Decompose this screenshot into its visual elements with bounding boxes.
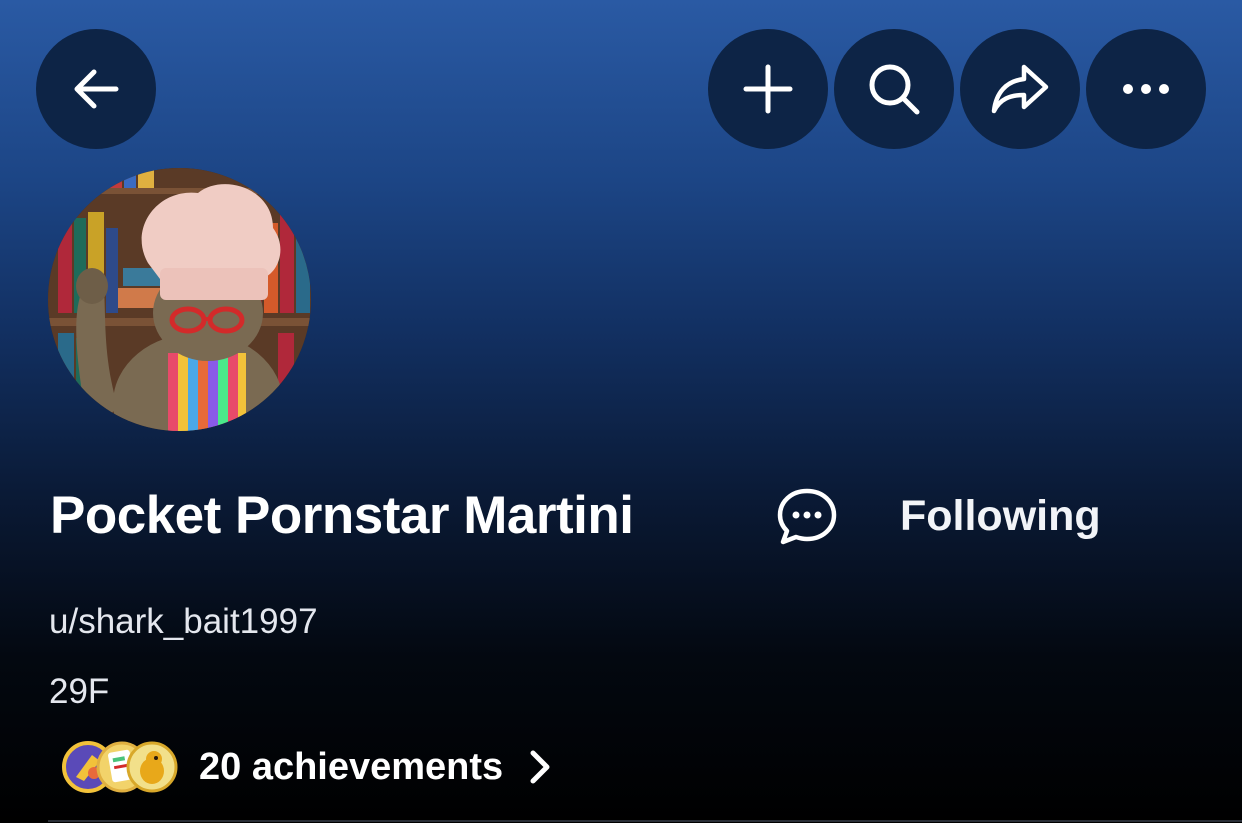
back-button[interactable]	[36, 29, 156, 149]
bio-text: 29F	[49, 672, 110, 711]
share-button[interactable]	[960, 29, 1080, 149]
profile-avatar[interactable]	[48, 168, 311, 431]
username: u/shark_bait1997	[49, 602, 318, 641]
avatar-image	[48, 168, 311, 431]
share-arrow-icon	[991, 64, 1049, 114]
achievements-label: 20 achievements	[199, 746, 504, 788]
display-name: Pocket Pornstar Martini	[50, 486, 634, 545]
divider	[48, 820, 1242, 822]
achievement-badge-icon	[126, 741, 178, 793]
search-button[interactable]	[834, 29, 954, 149]
add-button[interactable]	[708, 29, 828, 149]
achievements-link[interactable]: 20 achievements	[60, 734, 551, 800]
arrow-left-icon	[74, 69, 119, 109]
more-options-button[interactable]	[1086, 29, 1206, 149]
chat-bubble-icon	[777, 488, 837, 545]
chevron-right-icon	[529, 749, 551, 785]
chat-button[interactable]	[772, 485, 842, 547]
plus-icon	[743, 64, 793, 114]
following-button[interactable]: Following	[900, 488, 1101, 544]
achievement-badges	[60, 734, 180, 800]
more-horizontal-icon	[1123, 84, 1169, 94]
search-icon	[869, 64, 920, 115]
